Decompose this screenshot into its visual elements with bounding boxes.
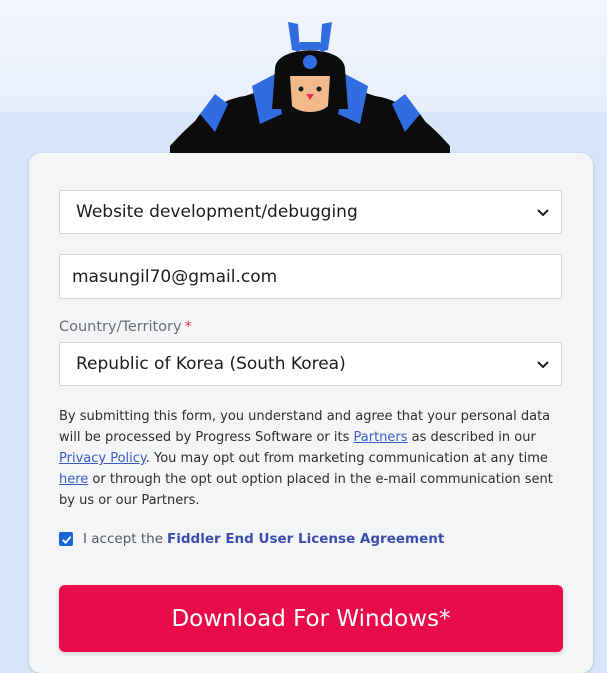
eula-link[interactable]: Fiddler End User License Agreement bbox=[167, 531, 444, 547]
eula-accept-row: I accept the Fiddler End User License Ag… bbox=[59, 529, 444, 549]
accept-label: I accept the bbox=[83, 531, 164, 547]
email-value: masungil70@gmail.com bbox=[72, 266, 278, 287]
check-icon bbox=[61, 535, 71, 544]
country-label-text: Country/Territory bbox=[59, 319, 182, 335]
privacy-policy-link[interactable]: Privacy Policy bbox=[59, 451, 146, 466]
consent-text-part: or through the opt out option placed in … bbox=[59, 472, 553, 508]
chevron-down-icon bbox=[537, 209, 549, 217]
country-label: Country/Territory * bbox=[59, 319, 192, 335]
country-select[interactable]: Republic of Korea (South Korea) bbox=[59, 342, 562, 386]
email-field[interactable]: masungil70@gmail.com bbox=[59, 254, 562, 299]
partners-link[interactable]: Partners bbox=[354, 430, 408, 445]
consent-text: By submitting this form, you understand … bbox=[59, 406, 559, 511]
required-marker: * bbox=[184, 319, 192, 335]
consent-text-part: . You may opt out from marketing communi… bbox=[145, 451, 548, 466]
download-for-windows-button[interactable]: Download For Windows* bbox=[59, 585, 563, 652]
opt-out-here-link[interactable]: here bbox=[59, 472, 88, 487]
chevron-down-icon bbox=[537, 361, 549, 369]
use-case-select[interactable]: Website development/debugging bbox=[59, 190, 562, 234]
eula-checkbox[interactable] bbox=[59, 532, 73, 546]
country-selected-value: Republic of Korea (South Korea) bbox=[76, 354, 346, 374]
mascot-illustration bbox=[170, 22, 450, 154]
use-case-selected-value: Website development/debugging bbox=[76, 202, 358, 222]
consent-text-part: as described in our bbox=[407, 430, 536, 445]
download-form-card: Website development/debugging masungil70… bbox=[29, 153, 593, 673]
